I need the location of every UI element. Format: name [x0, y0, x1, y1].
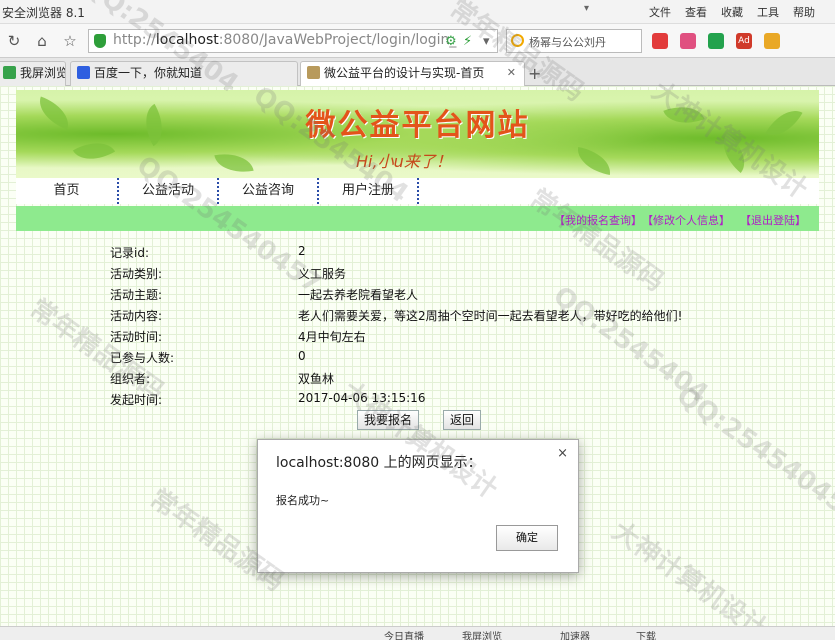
- menu-bar: 文件 查看 收藏 工具 帮助: [649, 4, 815, 20]
- detail-row: 记录id: 2: [110, 244, 306, 260]
- detail-row: 发起时间: 2017-04-06 13:15:16: [110, 391, 426, 407]
- status-download[interactable]: 下载: [636, 628, 656, 640]
- mail-icon[interactable]: [680, 33, 696, 49]
- screen-icon: [3, 66, 16, 79]
- shield-icon: [94, 34, 106, 48]
- edit-profile-link[interactable]: 【修改个人信息】: [642, 212, 730, 228]
- url-bar[interactable]: http://localhost:8080/JavaWebProject/log…: [88, 29, 498, 53]
- refresh-icon[interactable]: ↻: [4, 31, 24, 51]
- close-tab-icon[interactable]: ✕: [507, 62, 516, 84]
- signup-button[interactable]: 我要报名: [357, 410, 419, 430]
- leaf-decoration-icon: [214, 149, 254, 177]
- greeting: Hi,小u来了！: [356, 152, 452, 171]
- web-page: 微公益平台网站 Hi,小u来了！ 首页 公益活动 公益咨询 用户注册 【我的报名…: [0, 86, 835, 626]
- search-text[interactable]: 杨幂与公公刘丹: [529, 34, 606, 50]
- home-icon[interactable]: ⌂: [32, 31, 52, 51]
- address-toolbar: ↻ ⌂ ☆ http://localhost:8080/JavaWebProje…: [0, 24, 835, 58]
- window-title: 安全浏览器 8.1: [2, 6, 85, 20]
- close-icon[interactable]: ×: [557, 446, 568, 461]
- menu-tools[interactable]: 工具: [757, 4, 779, 20]
- window-titlebar: 安全浏览器 8.1 ▾ 文件 查看 收藏 工具 帮助: [0, 0, 835, 24]
- menu-file[interactable]: 文件: [649, 4, 671, 20]
- main-nav: 首页 公益活动 公益咨询 用户注册: [16, 178, 819, 204]
- nav-home[interactable]: 首页: [16, 178, 119, 204]
- url-text[interactable]: http://localhost:8080/JavaWebProject/log…: [113, 32, 456, 48]
- logout-link[interactable]: 【退出登陆】: [740, 212, 806, 228]
- back-button[interactable]: 返回: [443, 410, 481, 430]
- detail-row: 活动内容: 老人们需要关爱，等这2周抽个空时间一起去看望老人，带好吃的给他们!: [110, 309, 683, 323]
- nav-register[interactable]: 用户注册: [319, 178, 419, 204]
- menu-view[interactable]: 查看: [685, 4, 707, 20]
- lightning-icon[interactable]: ⚡: [463, 34, 472, 49]
- page-favicon-icon: [307, 66, 320, 79]
- tab-baidu[interactable]: 百度一下，你就知道: [70, 61, 298, 86]
- alert-dialog: localhost:8080 上的网页显示： × 报名成功~ 确定: [257, 439, 579, 573]
- adblock-icon[interactable]: Ad: [736, 33, 752, 49]
- leaf-decoration-icon: [574, 147, 614, 175]
- site-banner: 微公益平台网站 Hi,小u来了！: [16, 90, 819, 178]
- chevron-down-icon[interactable]: ▾: [483, 34, 490, 49]
- security-icon[interactable]: [708, 33, 724, 49]
- menu-favorites[interactable]: 收藏: [721, 4, 743, 20]
- my-signups-link[interactable]: 【我的报名查询】: [554, 212, 642, 228]
- user-links-bar: 【我的报名查询】 【修改个人信息】 【退出登陆】: [16, 206, 819, 231]
- status-bar: 今日直播 我屏浏览 加速器 下载: [0, 626, 835, 640]
- chevron-down-icon[interactable]: ▾: [584, 3, 589, 14]
- status-screen-browse[interactable]: 我屏浏览: [462, 628, 502, 640]
- menu-help[interactable]: 帮助: [793, 4, 815, 20]
- new-tab-icon[interactable]: +: [528, 64, 541, 83]
- status-accelerator[interactable]: 加速器: [560, 628, 590, 640]
- apps-icon[interactable]: [652, 33, 668, 49]
- dialog-title: localhost:8080 上的网页显示：: [276, 455, 482, 471]
- star-icon[interactable]: ☆: [60, 31, 80, 51]
- search-box[interactable]: 杨幂与公公刘丹: [506, 29, 642, 53]
- detail-row: 已参与人数: 0: [110, 349, 306, 365]
- status-live[interactable]: 今日直播: [384, 628, 424, 640]
- ok-button[interactable]: 确定: [496, 525, 558, 551]
- nav-consulting[interactable]: 公益咨询: [219, 178, 319, 204]
- detail-row: 活动时间: 4月中旬左右: [110, 330, 366, 344]
- extensions: Ad: [652, 33, 780, 49]
- detail-row: 活动主题: 一起去养老院看望老人: [110, 288, 419, 302]
- detail-row: 活动类别: 义工服务: [110, 267, 347, 281]
- detail-row: 组织者: 双鱼林: [110, 372, 335, 386]
- settings-icon[interactable]: ⚙: [445, 34, 457, 49]
- site-title: 微公益平台网站: [305, 108, 530, 143]
- extension-icon[interactable]: [764, 33, 780, 49]
- search-engine-icon: [511, 34, 524, 47]
- baidu-paw-icon: [77, 66, 90, 79]
- tab-active-home[interactable]: 微公益平台的设计与实现-首页 ✕: [300, 61, 525, 87]
- tab-bar: 我屏浏览 百度一下，你就知道 微公益平台的设计与实现-首页 ✕ +: [0, 58, 835, 87]
- nav-activities[interactable]: 公益活动: [119, 178, 219, 204]
- dialog-message: 报名成功~: [276, 494, 330, 507]
- tab-screen-browse[interactable]: 我屏浏览: [0, 61, 66, 86]
